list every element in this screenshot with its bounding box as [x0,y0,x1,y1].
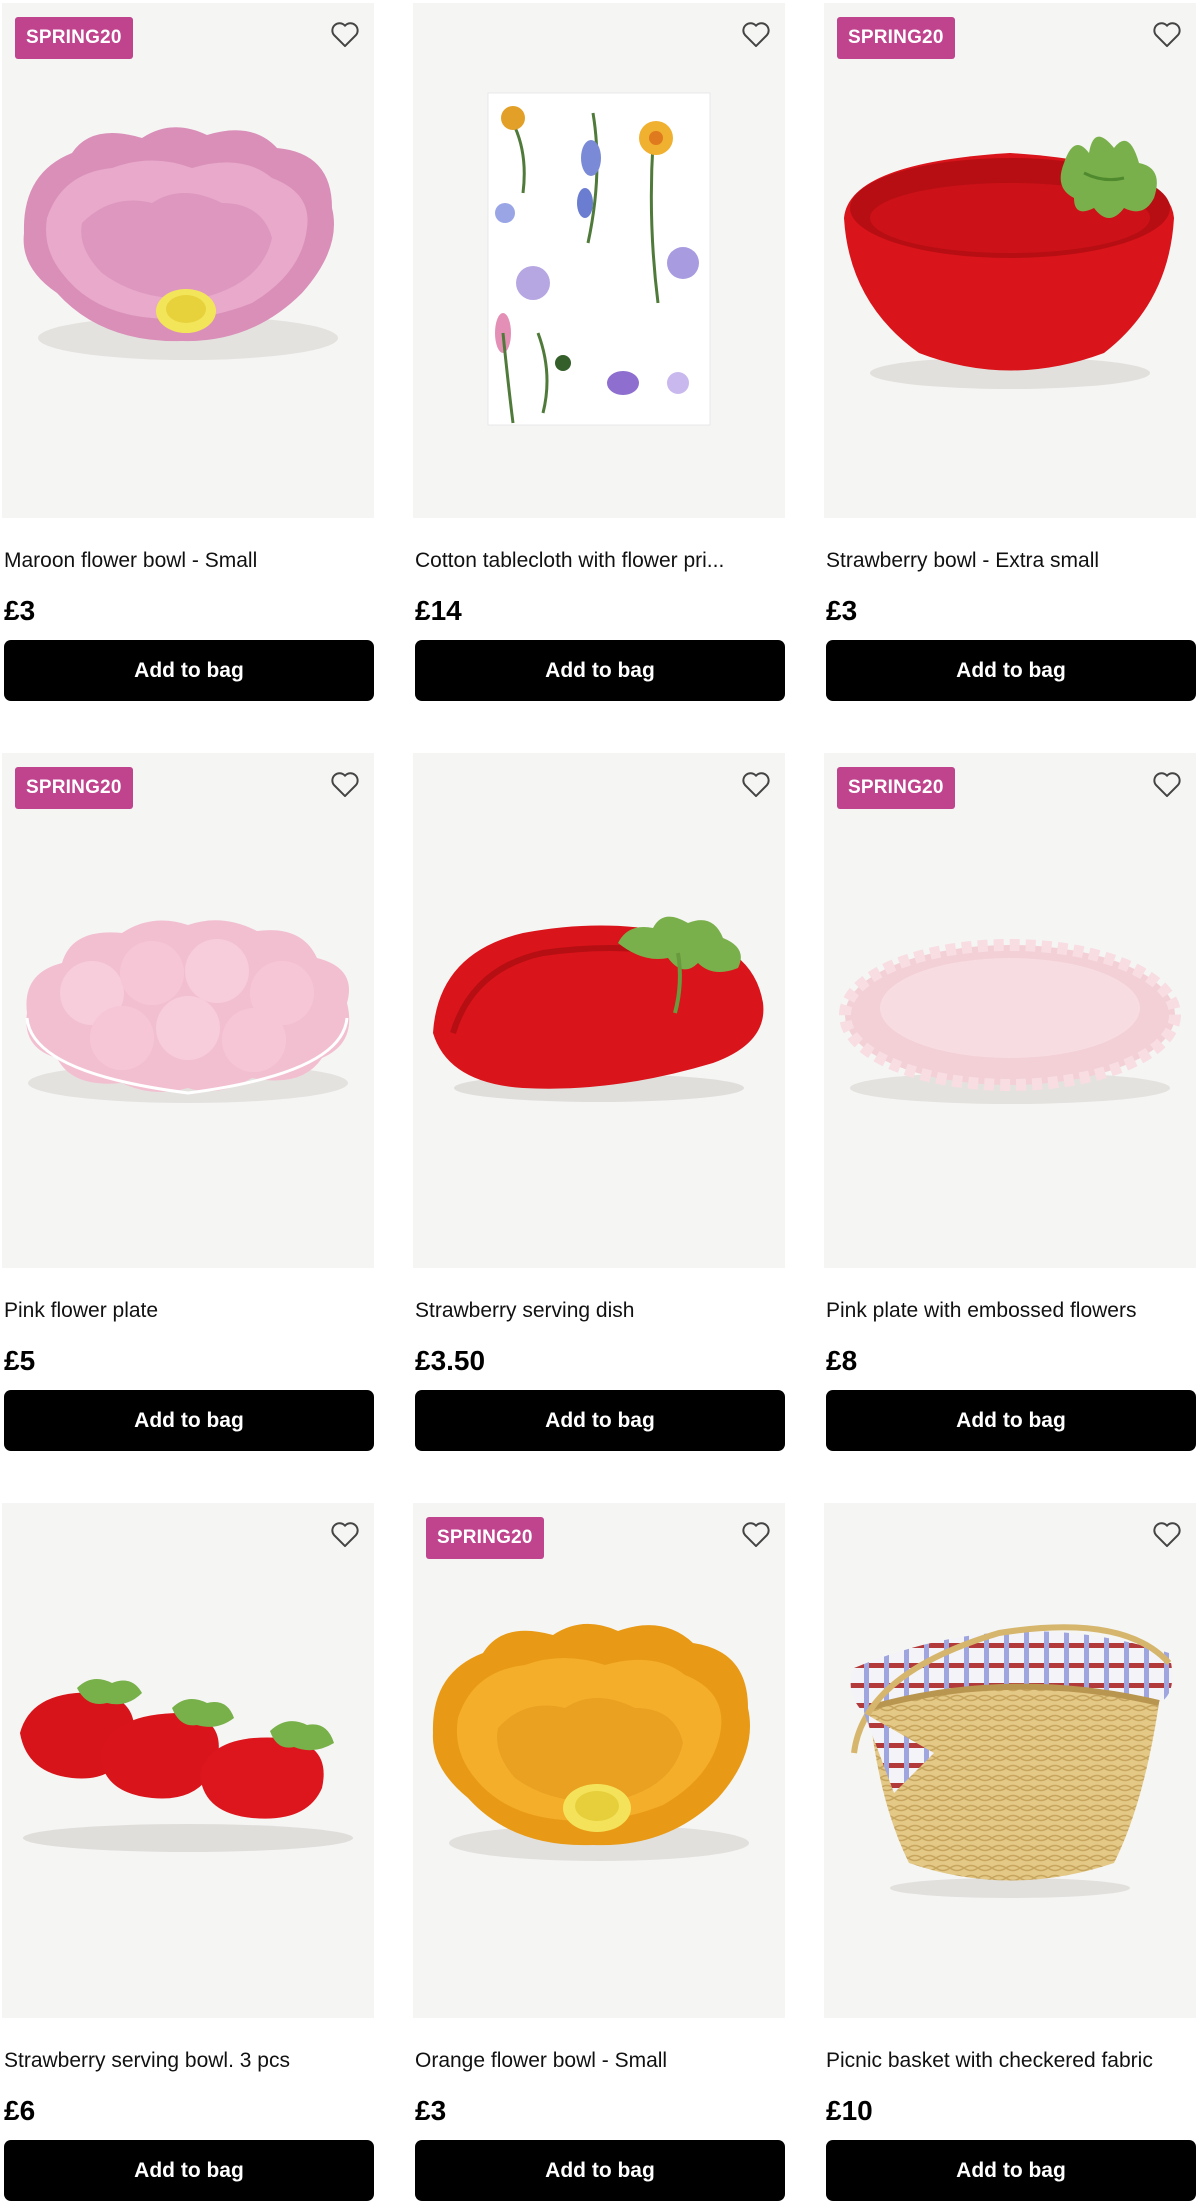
strawberry-bowl-image [844,136,1174,389]
product-name[interactable]: Orange flower bowl - Small [415,2046,783,2076]
strawberry-bowls-3-image [20,1679,353,1852]
picnic-basket-image [850,1624,1173,1898]
product-price: £8 [826,1345,858,1376]
pink-embossed-plate-image [839,939,1181,1104]
product-image[interactable]: SPRING20 [824,753,1196,1268]
product-image[interactable]: SPRING20 [2,3,374,518]
product-price: £3 [415,2095,447,2126]
promo-badge: SPRING20 [837,17,955,59]
product-name[interactable]: Maroon flower bowl - Small [4,546,372,576]
product-price: £10 [826,2095,873,2126]
heart-outline-icon[interactable] [328,767,362,801]
product-price: £6 [4,2095,36,2126]
add-to-bag-button[interactable]: Add to bag [415,1390,785,1451]
product-image[interactable] [413,3,785,518]
promo-badge: SPRING20 [15,17,133,59]
product-name[interactable]: Cotton tablecloth with flower pri... [415,546,783,576]
floral-tablecloth-image [487,92,711,426]
product-name[interactable]: Picnic basket with checkered fabric [826,2046,1194,2076]
product-image[interactable] [824,1503,1196,2018]
heart-outline-icon[interactable] [1150,767,1184,801]
heart-outline-icon[interactable] [1150,17,1184,51]
product-name[interactable]: Strawberry serving dish [415,1296,783,1326]
heart-outline-icon[interactable] [328,1517,362,1551]
orange-flower-bowl-image [432,1623,750,1861]
promo-badge: SPRING20 [426,1517,544,1559]
add-to-bag-button[interactable]: Add to bag [415,640,785,701]
product-grid: SPRING20 Maroon flower bowl - Small £3 A… [0,0,1200,2201]
heart-outline-icon[interactable] [739,767,773,801]
add-to-bag-button[interactable]: Add to bag [4,2140,374,2201]
heart-outline-icon[interactable] [739,1517,773,1551]
product-price: £14 [415,595,462,626]
add-to-bag-button[interactable]: Add to bag [826,640,1196,701]
promo-badge: SPRING20 [837,767,955,809]
strawberry-dish-image [433,916,764,1102]
product-price: £3 [4,595,36,626]
product-name[interactable]: Pink flower plate [4,1296,372,1326]
add-to-bag-button[interactable]: Add to bag [826,1390,1196,1451]
product-image[interactable]: SPRING20 [413,1503,785,2018]
product-image[interactable]: SPRING20 [824,3,1196,518]
add-to-bag-button[interactable]: Add to bag [4,640,374,701]
product-image[interactable] [413,753,785,1268]
add-to-bag-button[interactable]: Add to bag [826,2140,1196,2201]
product-name[interactable]: Strawberry serving bowl. 3 pcs [4,2046,372,2076]
product-price: £3 [826,595,858,626]
product-name[interactable]: Strawberry bowl - Extra small [826,546,1194,576]
pink-flower-bowl-image [23,127,338,360]
product-price: £5 [4,1345,36,1376]
add-to-bag-button[interactable]: Add to bag [4,1390,374,1451]
heart-outline-icon[interactable] [1150,1517,1184,1551]
product-image[interactable] [2,1503,374,2018]
heart-outline-icon[interactable] [328,17,362,51]
add-to-bag-button[interactable]: Add to bag [415,2140,785,2201]
product-name[interactable]: Pink plate with embossed flowers [826,1296,1194,1326]
heart-outline-icon[interactable] [739,17,773,51]
product-price: £3.50 [415,1345,486,1376]
promo-badge: SPRING20 [15,767,133,809]
pink-flower-plate-image [25,920,350,1103]
product-image[interactable]: SPRING20 [2,753,374,1268]
